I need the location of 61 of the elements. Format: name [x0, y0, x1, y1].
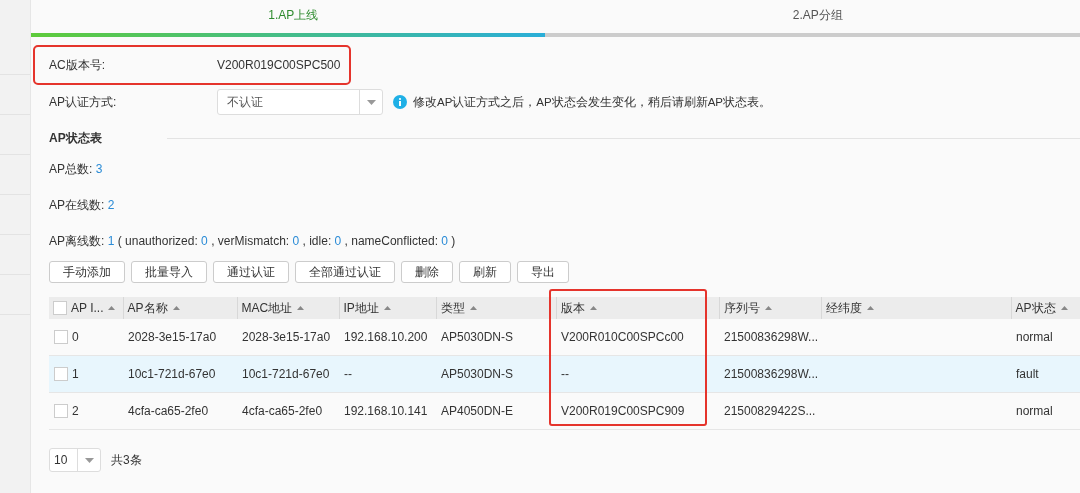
sort-icon	[469, 306, 477, 310]
info-icon	[393, 95, 407, 109]
table-cell: --	[561, 367, 569, 381]
table-cell: V200R019C00SPC909	[561, 404, 685, 418]
table-cell: fault	[1016, 367, 1039, 381]
step-tab[interactable]: 1.AP上线	[31, 0, 556, 33]
table-cell: V200R010C00SPCc00	[561, 330, 684, 344]
toolbar-button[interactable]: 刷新	[459, 261, 511, 283]
table-cell: 2	[72, 404, 79, 418]
stat-line: AP在线数: 2	[49, 197, 116, 214]
table-cell: 4cfa-ca65-2fe0	[128, 404, 209, 418]
column-header[interactable]: 版本	[560, 299, 597, 317]
sort-icon	[172, 306, 180, 310]
table-cell: 1	[72, 367, 79, 381]
page-size-select[interactable]: 10	[49, 448, 101, 472]
sort-icon	[589, 306, 597, 310]
dropdown-icon	[366, 99, 376, 105]
stat-line: AP总数: 3	[49, 161, 104, 178]
toolbar-button[interactable]: 删除	[401, 261, 453, 283]
select-all-checkbox[interactable]	[53, 301, 67, 316]
version-value: V200R019C00SPC500	[217, 58, 341, 72]
table-cell: 10c1-721d-67e0	[128, 367, 216, 381]
toolbar-button[interactable]: 全部通过认证	[295, 261, 395, 283]
row-checkbox[interactable]	[54, 404, 68, 419]
section-title: AP状态表	[49, 129, 102, 147]
table-cell: AP4050DN-E	[441, 404, 514, 418]
table-cell: 21500829422S...	[724, 404, 816, 418]
field-label: AP认证方式:	[49, 93, 118, 111]
table-cell: AP5030DN-S	[441, 330, 514, 344]
table-cell: 2028-3e15-17a0	[242, 330, 331, 344]
sort-icon	[383, 306, 391, 310]
stat-line: AP离线数: 1 ( unauthorized: 0 , verMismatch: 0 , idle: 0 , nameConflicted: 0 )	[49, 233, 457, 250]
sort-icon	[297, 306, 305, 310]
toolbar-button[interactable]: 通过认证	[213, 261, 289, 283]
table-cell: 21500836298W...	[724, 330, 819, 344]
toolbar-button[interactable]: 导出	[517, 261, 569, 283]
toolbar-button[interactable]: 批量导入	[131, 261, 207, 283]
field-label: AC版本号:	[49, 56, 106, 74]
info-message: 修改AP认证方式之后，AP状态会发生变化，稍后请刷新AP状态表。	[413, 94, 772, 110]
toolbar-button[interactable]: 手动添加	[49, 261, 125, 283]
total-count: 共3条	[111, 451, 142, 469]
dropdown-icon	[84, 457, 94, 463]
sort-icon	[1060, 306, 1068, 310]
table-cell: normal	[1016, 330, 1053, 344]
table-cell: 192.168.10.200	[344, 330, 428, 344]
table-cell: 192.168.10.141	[344, 404, 428, 418]
table-cell: 21500836298W...	[724, 367, 819, 381]
table-cell: 4cfa-ca65-2fe0	[242, 404, 323, 418]
sort-icon	[108, 306, 116, 310]
table-cell: AP5030DN-S	[441, 367, 514, 381]
table-cell: 0	[72, 330, 79, 344]
step-tab[interactable]: 2.AP分组	[555, 0, 1080, 33]
row-checkbox[interactable]	[54, 367, 68, 382]
table-cell: --	[344, 367, 352, 381]
auth-select[interactable]: 不认证	[217, 89, 383, 115]
row-checkbox[interactable]	[54, 330, 68, 345]
table-cell: normal	[1016, 404, 1053, 418]
table-cell: 2028-3e15-17a0	[128, 330, 217, 344]
sort-icon	[764, 306, 772, 310]
sort-icon	[866, 306, 874, 310]
table-cell: 10c1-721d-67e0	[242, 367, 330, 381]
